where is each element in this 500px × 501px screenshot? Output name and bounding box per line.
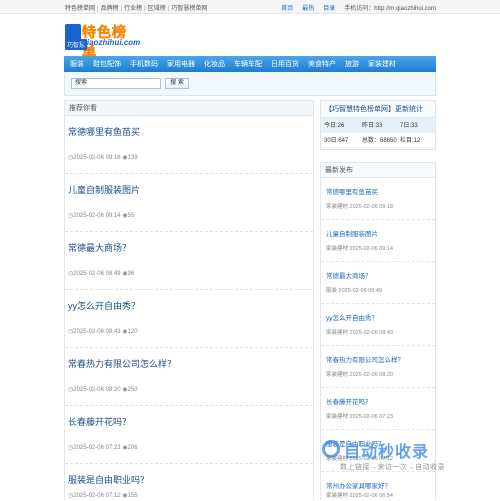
search-input[interactable]: 搜索: [71, 78, 161, 89]
search-button[interactable]: 搜 索: [165, 78, 189, 89]
latest-heading: 最新发布: [321, 163, 435, 178]
main-nav: 服装 鞋包配饰 手机数码 家用电器 化妆品 车辆车配 日用百货 美食特产 旅游 …: [64, 56, 436, 72]
nav-item-food[interactable]: 美食特产: [308, 59, 336, 69]
latest-item-title[interactable]: 儿童自制服装图片: [326, 228, 378, 238]
site-logo[interactable]: 特色榜单 巧智慧 qiaozhihui.com: [65, 23, 141, 60]
top-link-site[interactable]: 巧智慧榜单网: [166, 6, 208, 12]
article-views: 120: [127, 329, 138, 335]
watermark-text: 自动秒收录: [344, 444, 430, 461]
home-link[interactable]: 首页: [281, 3, 293, 12]
stats-table: 今日:26 昨日:33 7日:33 30日:647 总数：68650 栏目:12: [321, 118, 435, 148]
latest-item[interactable]: yy怎么开自由秀？ 家装建材 2025-02-06 08:43: [321, 304, 435, 346]
nav-item-building[interactable]: 家装建材: [368, 59, 396, 69]
article-views: 250: [127, 387, 138, 393]
article-item[interactable]: 常德最大商场？ ◷2025-02-06 08:49 ◉96: [65, 232, 313, 290]
article-date: 2025-02-06 08:43: [73, 329, 121, 335]
latest-item-meta: 服装 2025-02-06 08:49: [326, 288, 382, 294]
article-item[interactable]: yy怎么开自由秀？ ◷2025-02-06 08:43 ◉120: [65, 290, 313, 348]
top-link-brand[interactable]: 品牌榜: [95, 6, 119, 12]
recommended-heading: 推荐你看: [65, 101, 313, 116]
nav-item-travel[interactable]: 旅游: [345, 59, 359, 69]
article-views: 206: [127, 445, 138, 451]
latest-item-title[interactable]: 常春热力有限公司怎么样？: [326, 354, 404, 364]
article-meta: ◷2025-02-06 08:20 ◉250: [68, 387, 138, 393]
top-link-industry[interactable]: 行业榜: [119, 6, 143, 12]
nav-item-daily[interactable]: 日用百货: [271, 59, 299, 69]
latest-item-title[interactable]: 常德最大商场？: [326, 270, 372, 280]
latest-item[interactable]: 常春热力有限公司怎么样？ 家装建材 2025-02-06 08:20: [321, 346, 435, 388]
article-date: 2025-02-06 08:49: [73, 271, 121, 277]
article-date: 2025-02-06 09:14: [73, 213, 121, 219]
article-meta: ◷2025-02-06 07:23 ◉206: [68, 445, 138, 451]
article-item[interactable]: 长春藤开花吗？ ◷2025-02-06 07:23 ◉206: [65, 406, 313, 464]
stats-panel: 【巧智慧特色榜单网】更新统计 今日:26 昨日:33 7日:33 30日:647…: [320, 100, 436, 150]
article-title[interactable]: yy怎么开自由秀？: [68, 299, 140, 312]
watermark-subtext: 数上链接→来访一次→自动收录: [340, 464, 445, 471]
latest-item-meta: 家装建材 2025-02-06 06:54: [326, 493, 393, 499]
article-views: 55: [127, 213, 135, 219]
stat-columns: 栏目:12: [397, 132, 435, 148]
article-item[interactable]: 儿童自制服装图片 ◷2025-02-06 09:14 ◉55: [65, 174, 313, 232]
article-item[interactable]: 常德哪里有鱼苗买 ◷2025-02-06 09:18 ◉139: [65, 116, 313, 174]
nav-item-clothing[interactable]: 服装: [70, 59, 84, 69]
latest-item-title[interactable]: 长春藤开花吗？: [326, 396, 372, 406]
article-views: 139: [127, 155, 138, 161]
stat-week: 7日:33: [397, 118, 435, 133]
catalog-link[interactable]: 目录: [323, 3, 335, 12]
top-links: 特色榜单网品牌榜行业榜区域榜巧智慧榜单网: [65, 3, 207, 12]
latest-item-meta: 家装建材 2025-02-06 08:20: [326, 372, 393, 378]
latest-item[interactable]: 常德最大商场？ 服装 2025-02-06 08:49: [321, 262, 435, 304]
article-date: 2025-02-06 07:23: [73, 445, 121, 451]
stat-month: 30日:647: [321, 132, 359, 148]
article-title[interactable]: 常德哪里有鱼苗买: [68, 125, 140, 138]
top-link-region[interactable]: 区域榜: [142, 6, 166, 12]
article-title[interactable]: 服装是自由职业吗？: [68, 473, 149, 486]
latest-item[interactable]: 常德哪里有鱼苗买家装建材 2025-02-06 09:18: [321, 178, 435, 220]
stat-today: 今日:26: [321, 118, 359, 133]
nav-item-vehicles[interactable]: 车辆车配: [234, 59, 262, 69]
article-item[interactable]: 常春热力有限公司怎么样？ ◷2025-02-06 08:20 ◉250: [65, 348, 313, 406]
article-title[interactable]: 常春热力有限公司怎么样？: [68, 357, 176, 370]
nav-item-appliances[interactable]: 家用电器: [167, 59, 195, 69]
article-meta: ◷2025-02-06 07:12 ◉155: [68, 493, 138, 499]
nav-item-digital[interactable]: 手机数码: [130, 59, 158, 69]
article-date: 2025-02-06 07:12: [73, 493, 121, 499]
nav-item-shoes-bags[interactable]: 鞋包配饰: [93, 59, 121, 69]
article-date: 2025-02-06 08:20: [73, 387, 121, 393]
recommended-panel: 推荐你看 常德哪里有鱼苗买 ◷2025-02-06 09:18 ◉139 儿童自…: [64, 100, 314, 500]
hot-link[interactable]: 最热: [302, 3, 314, 12]
article-views: 96: [127, 271, 135, 277]
article-title[interactable]: 常德最大商场？: [68, 241, 131, 254]
latest-item-meta: 家装建材 2025-02-06 09:14: [326, 246, 393, 252]
watermark-overlay: 自动秒收录 数上链接→来访一次→自动收录: [322, 436, 482, 480]
article-meta: ◷2025-02-06 09:14 ◉55: [68, 213, 135, 219]
watermark-logo-icon: [322, 440, 340, 458]
article-title[interactable]: 长春藤开花吗？: [68, 415, 131, 428]
stat-total: 总数：68650: [359, 132, 397, 148]
latest-item-title[interactable]: 常州办公家具哪家好？: [326, 480, 391, 490]
top-link-home[interactable]: 特色榜单网: [65, 6, 95, 12]
latest-item-meta: 家装建材 2025-02-06 08:43: [326, 330, 393, 336]
logo-domain-text: qiaozhihui.com: [82, 38, 141, 47]
latest-item-title[interactable]: yy怎么开自由秀？: [326, 312, 378, 322]
article-meta: ◷2025-02-06 09:18 ◉139: [68, 155, 138, 161]
stat-yesterday: 昨日:33: [359, 118, 397, 133]
article-title[interactable]: 儿童自制服装图片: [68, 183, 140, 196]
article-meta: ◷2025-02-06 08:49 ◉96: [68, 271, 135, 277]
stats-title: 【巧智慧特色榜单网】更新统计: [321, 101, 435, 118]
latest-item[interactable]: 长春藤开花吗？ 家装建材 2025-02-06 07:23: [321, 388, 435, 430]
latest-item[interactable]: 儿童自制服装图片家装建材 2025-02-06 09:14: [321, 220, 435, 262]
mobile-access-text[interactable]: 手机访问：http://m.qiaozhihui.com: [344, 3, 436, 12]
latest-item-meta: 家装建材 2025-02-06 09:18: [326, 204, 393, 210]
top-right-links: 首页 最热 目录 手机访问：http://m.qiaozhihui.com: [281, 3, 436, 12]
article-views: 155: [127, 493, 138, 499]
article-meta: ◷2025-02-06 08:43 ◉120: [68, 329, 138, 335]
article-item[interactable]: 服装是自由职业吗？ ◷2025-02-06 07:12 ◉155: [65, 464, 313, 501]
latest-item-meta: 家装建材 2025-02-06 07:23: [326, 414, 393, 420]
latest-item-title[interactable]: 常德哪里有鱼苗买: [326, 186, 378, 196]
top-bar: 特色榜单网品牌榜行业榜区域榜巧智慧榜单网 首页 最热 目录 手机访问：http:…: [0, 0, 500, 14]
nav-item-cosmetics[interactable]: 化妆品: [204, 59, 225, 69]
article-date: 2025-02-06 09:18: [73, 155, 121, 161]
search-bar: 搜索 搜 索: [64, 72, 436, 96]
